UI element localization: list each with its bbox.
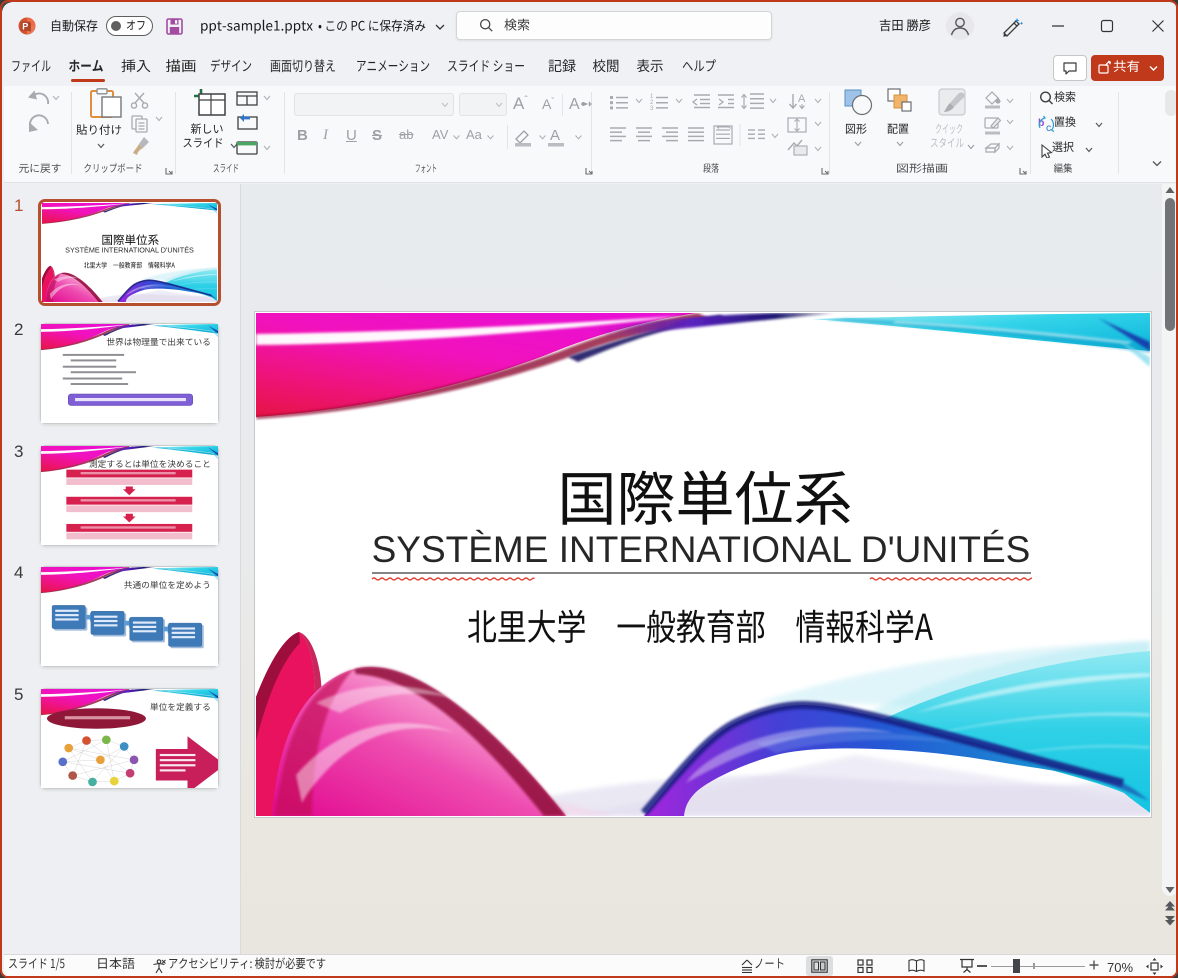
svg-text:P: P xyxy=(22,21,28,31)
svg-text:A: A xyxy=(550,127,560,144)
svg-text:SYSTÈME INTERNATIONAL D'UNITÉS: SYSTÈME INTERNATIONAL D'UNITÉS xyxy=(65,246,194,255)
svg-text:A: A xyxy=(798,93,806,105)
svg-text:3: 3 xyxy=(650,106,654,112)
svg-text:c: c xyxy=(1046,122,1051,134)
